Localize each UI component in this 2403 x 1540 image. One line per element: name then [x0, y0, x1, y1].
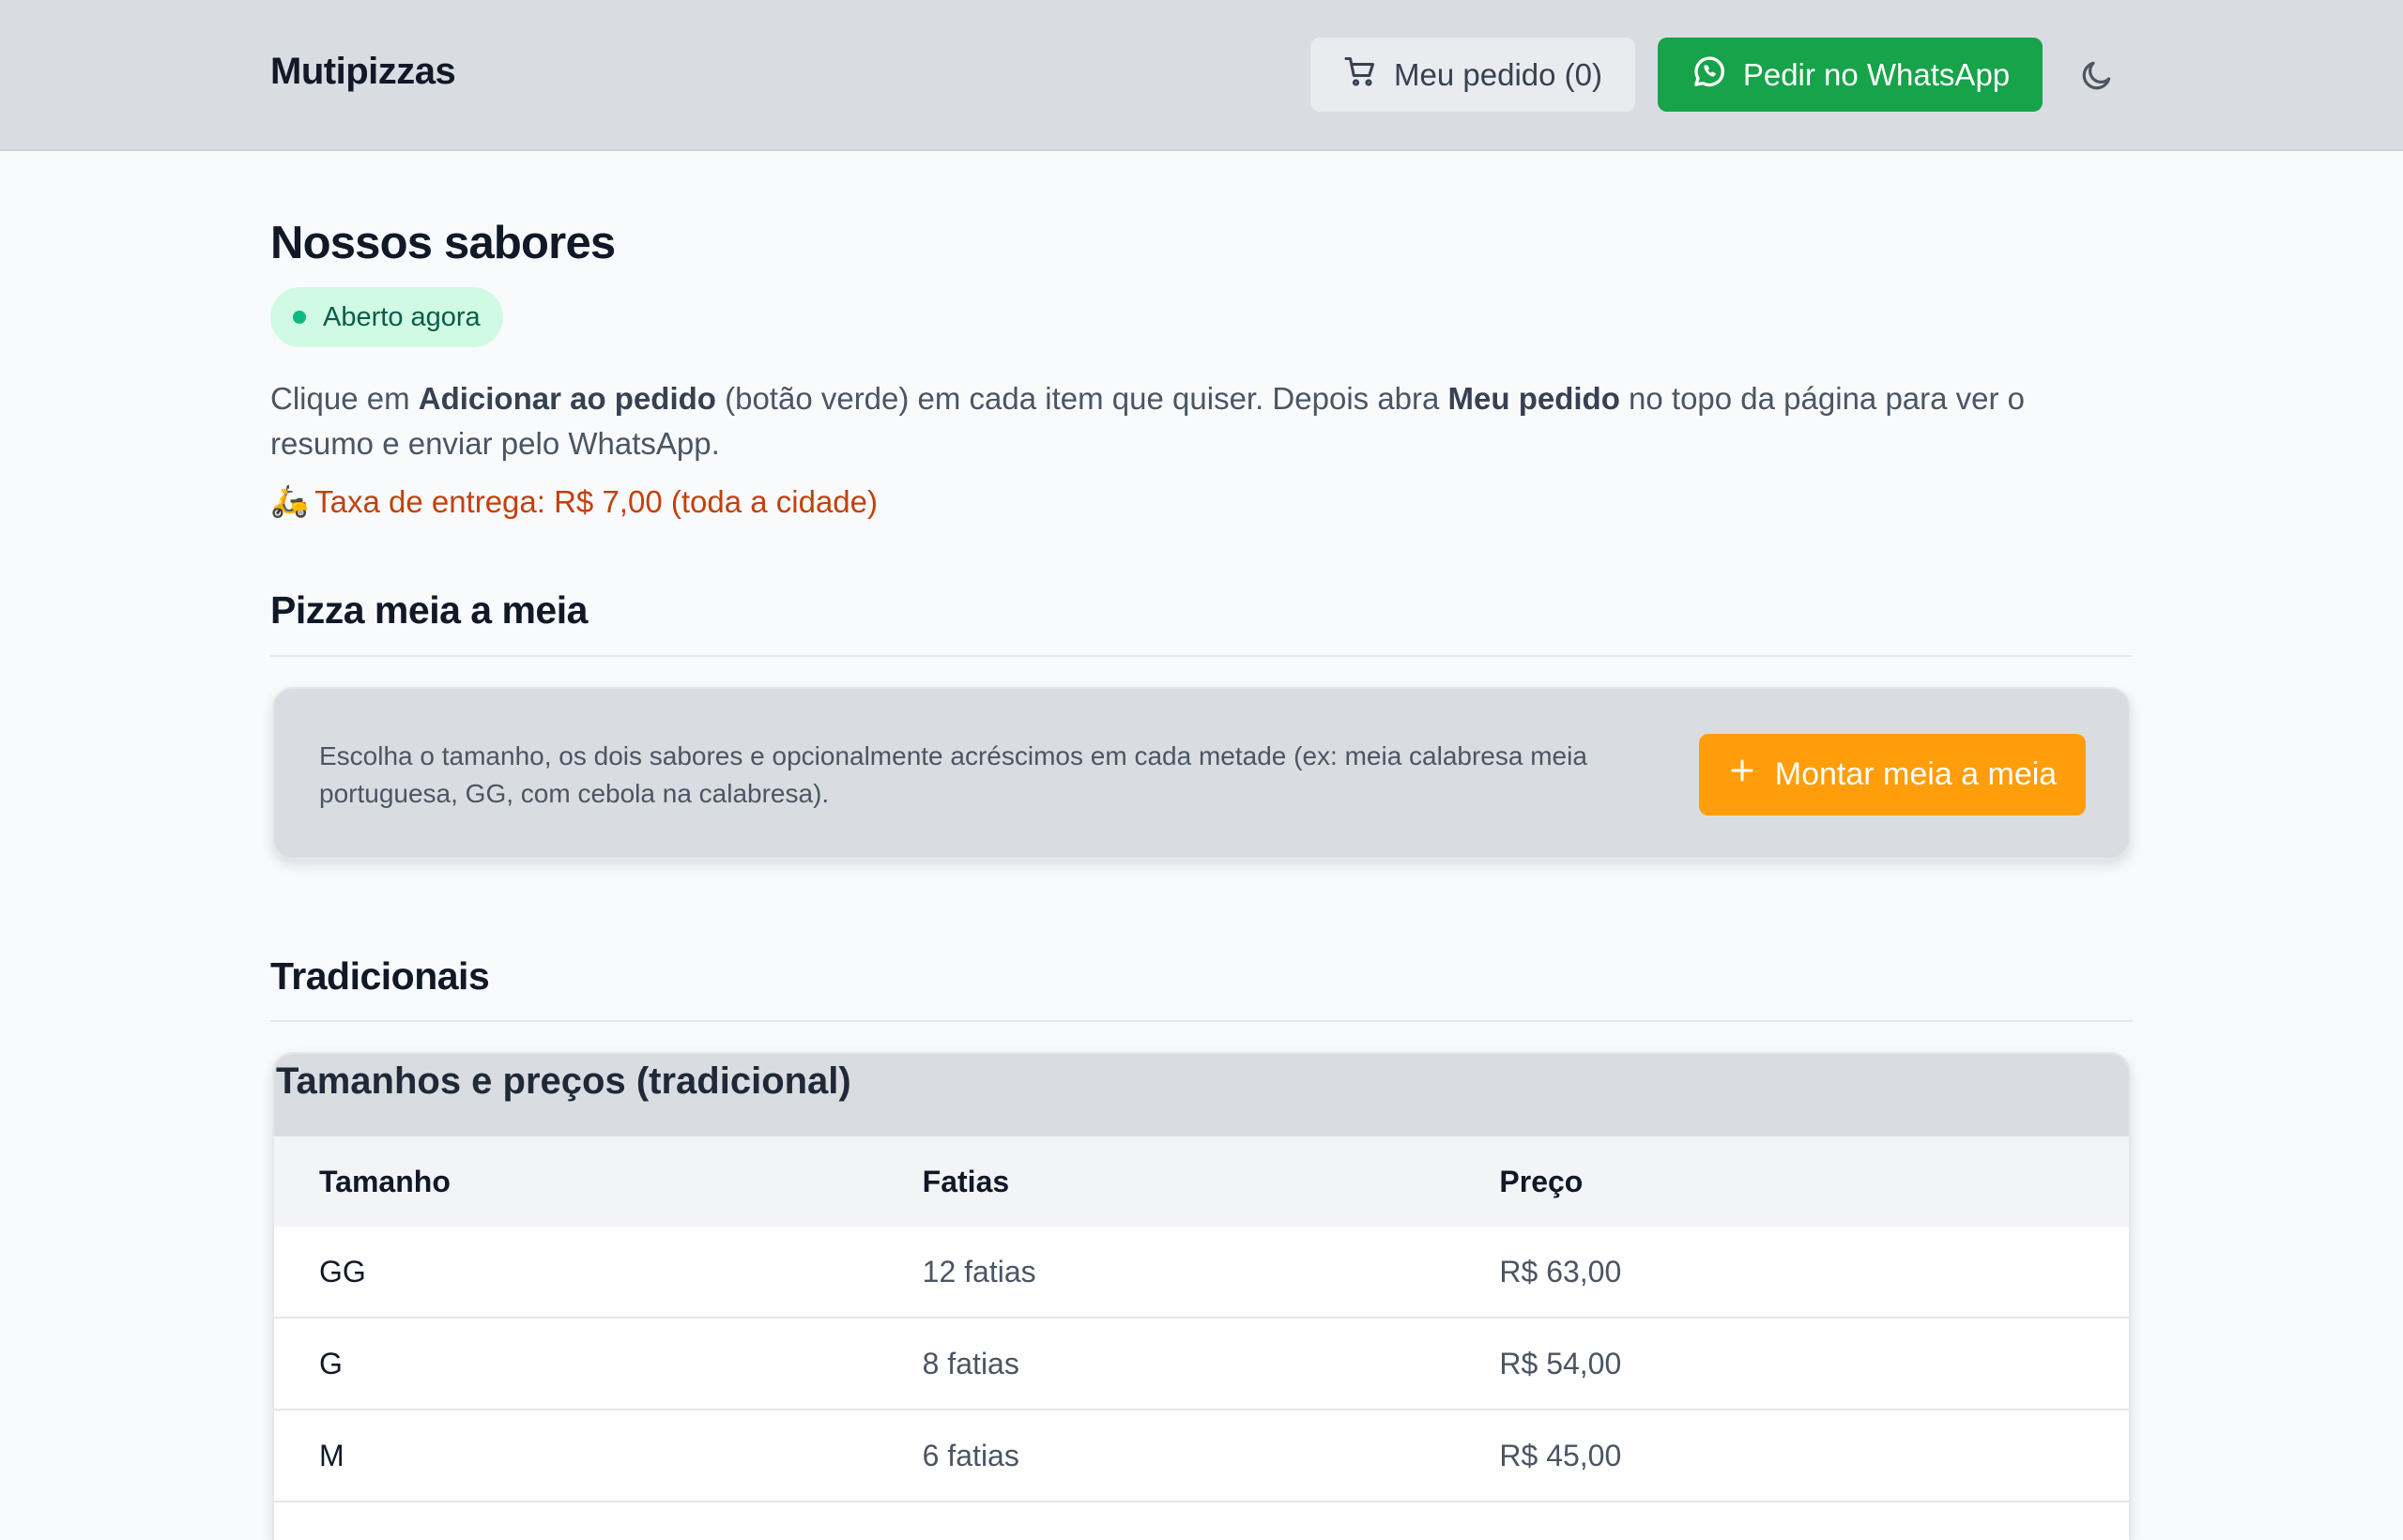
half-half-description: Escolha o tamanho, os dois sabores e opc… [319, 741, 1587, 808]
moon-icon [2082, 61, 2111, 90]
build-half-half-button[interactable]: Montar meia a meia [1699, 734, 2086, 816]
plus-icon [1728, 756, 1756, 793]
half-half-card: Escolha o tamanho, os dois sabores e opc… [272, 687, 2131, 860]
cell-price: R$ 63,00 [1499, 1254, 1622, 1288]
section-title-half-half: Pizza meia a meia [270, 588, 588, 632]
instructions-bold-order: Meu pedido [1447, 381, 1620, 416]
cell-slices: 6 fatias [922, 1438, 1019, 1472]
section-divider [270, 1020, 2133, 1022]
instructions-part: (botão verde) em cada item que quiser. D… [715, 381, 1448, 416]
whatsapp-order-button[interactable]: Pedir no WhatsApp [1658, 38, 2043, 112]
brand-logo-text[interactable]: Mutipizzas [270, 51, 456, 93]
cell-size: M [319, 1438, 344, 1472]
table-header-row: Tamanho Fatias Preço [274, 1136, 2129, 1227]
cart-icon [1343, 54, 1377, 96]
whatsapp-order-label: Pedir no WhatsApp [1742, 56, 2011, 92]
open-status-badge: Aberto agora [270, 287, 503, 347]
status-dot-icon [293, 311, 306, 324]
column-header-price: Preço [1499, 1164, 1584, 1198]
column-header-slices: Fatias [922, 1164, 1010, 1198]
table-row: M 6 fatias R$ 45,00 [274, 1410, 2129, 1502]
my-order-label: Meu pedido (0) [1394, 56, 1602, 92]
page-title: Nossos sabores [270, 218, 616, 268]
top-navbar: Mutipizzas Meu pedido (0) Pedir no Whats… [0, 0, 2403, 151]
cell-slices: 8 fatias [922, 1346, 1019, 1380]
cell-price: R$ 54,00 [1499, 1346, 1622, 1380]
my-order-button[interactable]: Meu pedido (0) [1310, 38, 1635, 112]
status-label: Aberto agora [323, 301, 481, 332]
traditional-prices-table: Tamanhos e preços (tradicional) Tamanho … [272, 1052, 2131, 1540]
section-divider [270, 655, 2133, 657]
delivery-fee-text: Taxa de entrega: R$ 7,00 (toda a cidade) [314, 483, 878, 519]
table-caption: Tamanhos e preços (tradicional) [274, 1054, 2129, 1136]
table-row: GG 12 fatias R$ 63,00 [274, 1227, 2129, 1319]
column-header-size: Tamanho [319, 1164, 451, 1198]
cell-size: G [319, 1346, 343, 1380]
instructions-bold-add: Adicionar ao pedido [418, 381, 716, 416]
cell-slices: 12 fatias [922, 1254, 1036, 1288]
section-title-traditional: Tradicionais [270, 954, 490, 998]
scooter-icon: 🛵 [270, 483, 310, 518]
cell-price: R$ 45,00 [1499, 1438, 1622, 1472]
table-row: G 8 fatias R$ 54,00 [274, 1319, 2129, 1410]
cell-size: GG [319, 1254, 366, 1288]
dark-mode-toggle[interactable] [2074, 53, 2120, 98]
whatsapp-icon [1691, 53, 1728, 98]
build-half-half-label: Montar meia a meia [1774, 756, 2058, 792]
instructions-text: Clique em Adicionar ao pedido (botão ver… [270, 376, 2133, 466]
instructions-part: Clique em [270, 381, 419, 416]
delivery-fee-note: 🛵 Taxa de entrega: R$ 7,00 (toda a cidad… [270, 483, 878, 520]
